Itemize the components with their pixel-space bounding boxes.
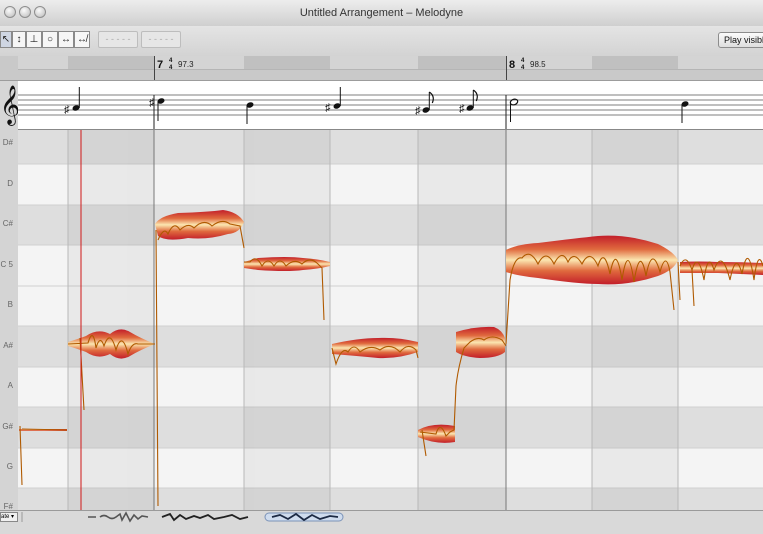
pitch-label: D# [2,138,13,147]
bottom-bar: ate ▾ [0,510,763,534]
svg-text:♯: ♯ [64,104,70,116]
svg-text:𝄞: 𝄞 [0,85,18,126]
pitch-label: F# [3,502,13,510]
time-signature-numerator: 4 [521,58,525,64]
window-titlebar: Untitled Arrangement – Melodyne [0,0,763,27]
main-tool-icon[interactable]: ↖ [0,31,12,48]
pitch-label: C 5 [0,260,13,269]
bar-number: 7 [157,59,164,71]
note-3[interactable] [246,101,255,124]
pitch-ruler[interactable]: D# D C# C 5 B A# A G# G F# [0,130,19,510]
svg-text:♯: ♯ [415,105,421,117]
time-tool-icon[interactable]: ↔ [58,31,74,48]
pitch-label: C# [2,219,13,228]
svg-text:♯: ♯ [325,102,331,114]
treble-clef-icon: 𝄞 [0,85,18,126]
disabled-button[interactable]: - - - - - [98,31,138,48]
time-signature-denominator: 4 [169,65,173,71]
play-visible-button[interactable]: Play visible [718,32,763,48]
note-editor-canvas[interactable] [18,130,763,510]
note-6[interactable]: ♯ [459,89,478,115]
svg-text:♯: ♯ [459,103,465,115]
time-signature-denominator: 4 [521,65,525,71]
score-staff: ♯ ♯ ♯ ♯ ♯ [18,81,763,130]
time-signature-numerator: 4 [169,58,173,64]
note-separation-tool-icon[interactable]: ↮ [74,31,90,48]
timeline-ruler[interactable]: 7 4 4 97.3 8 4 4 98.5 [0,56,763,81]
note-1[interactable]: ♯ [64,87,80,116]
toolbar: ↖ ↕ ⊥ ○ ↔ ↮ - - - - - - - - - - Play vis… [0,26,763,57]
bar-number: 8 [509,59,516,71]
pitch-label: G [6,462,13,471]
svg-text:♯: ♯ [149,97,155,109]
disabled-button[interactable]: - - - - - [141,31,181,48]
note-5[interactable]: ♯ [415,91,434,117]
note-8[interactable] [681,100,690,123]
staff-notation: ♯ ♯ ♯ ♯ ♯ [18,87,763,129]
formant-tool-icon[interactable]: ○ [42,31,58,48]
blob-editor[interactable] [18,130,763,510]
pitch-label: G# [2,422,13,431]
note-blob[interactable] [456,326,505,358]
window-title: Untitled Arrangement – Melodyne [299,7,464,19]
note-2[interactable]: ♯ [149,97,165,121]
overview-waveform[interactable] [0,511,763,523]
pitch-modulation-tool-icon[interactable]: ⊥ [26,31,42,48]
pitch-label: A [7,381,13,390]
pitch-label: B [7,300,13,309]
tempo-value: 97.3 [178,60,194,69]
tempo-value: 98.5 [530,60,546,69]
pitch-tool-icon[interactable]: ↕ [12,31,26,48]
pitch-label: D [7,179,13,188]
pitch-label: A# [3,341,13,350]
